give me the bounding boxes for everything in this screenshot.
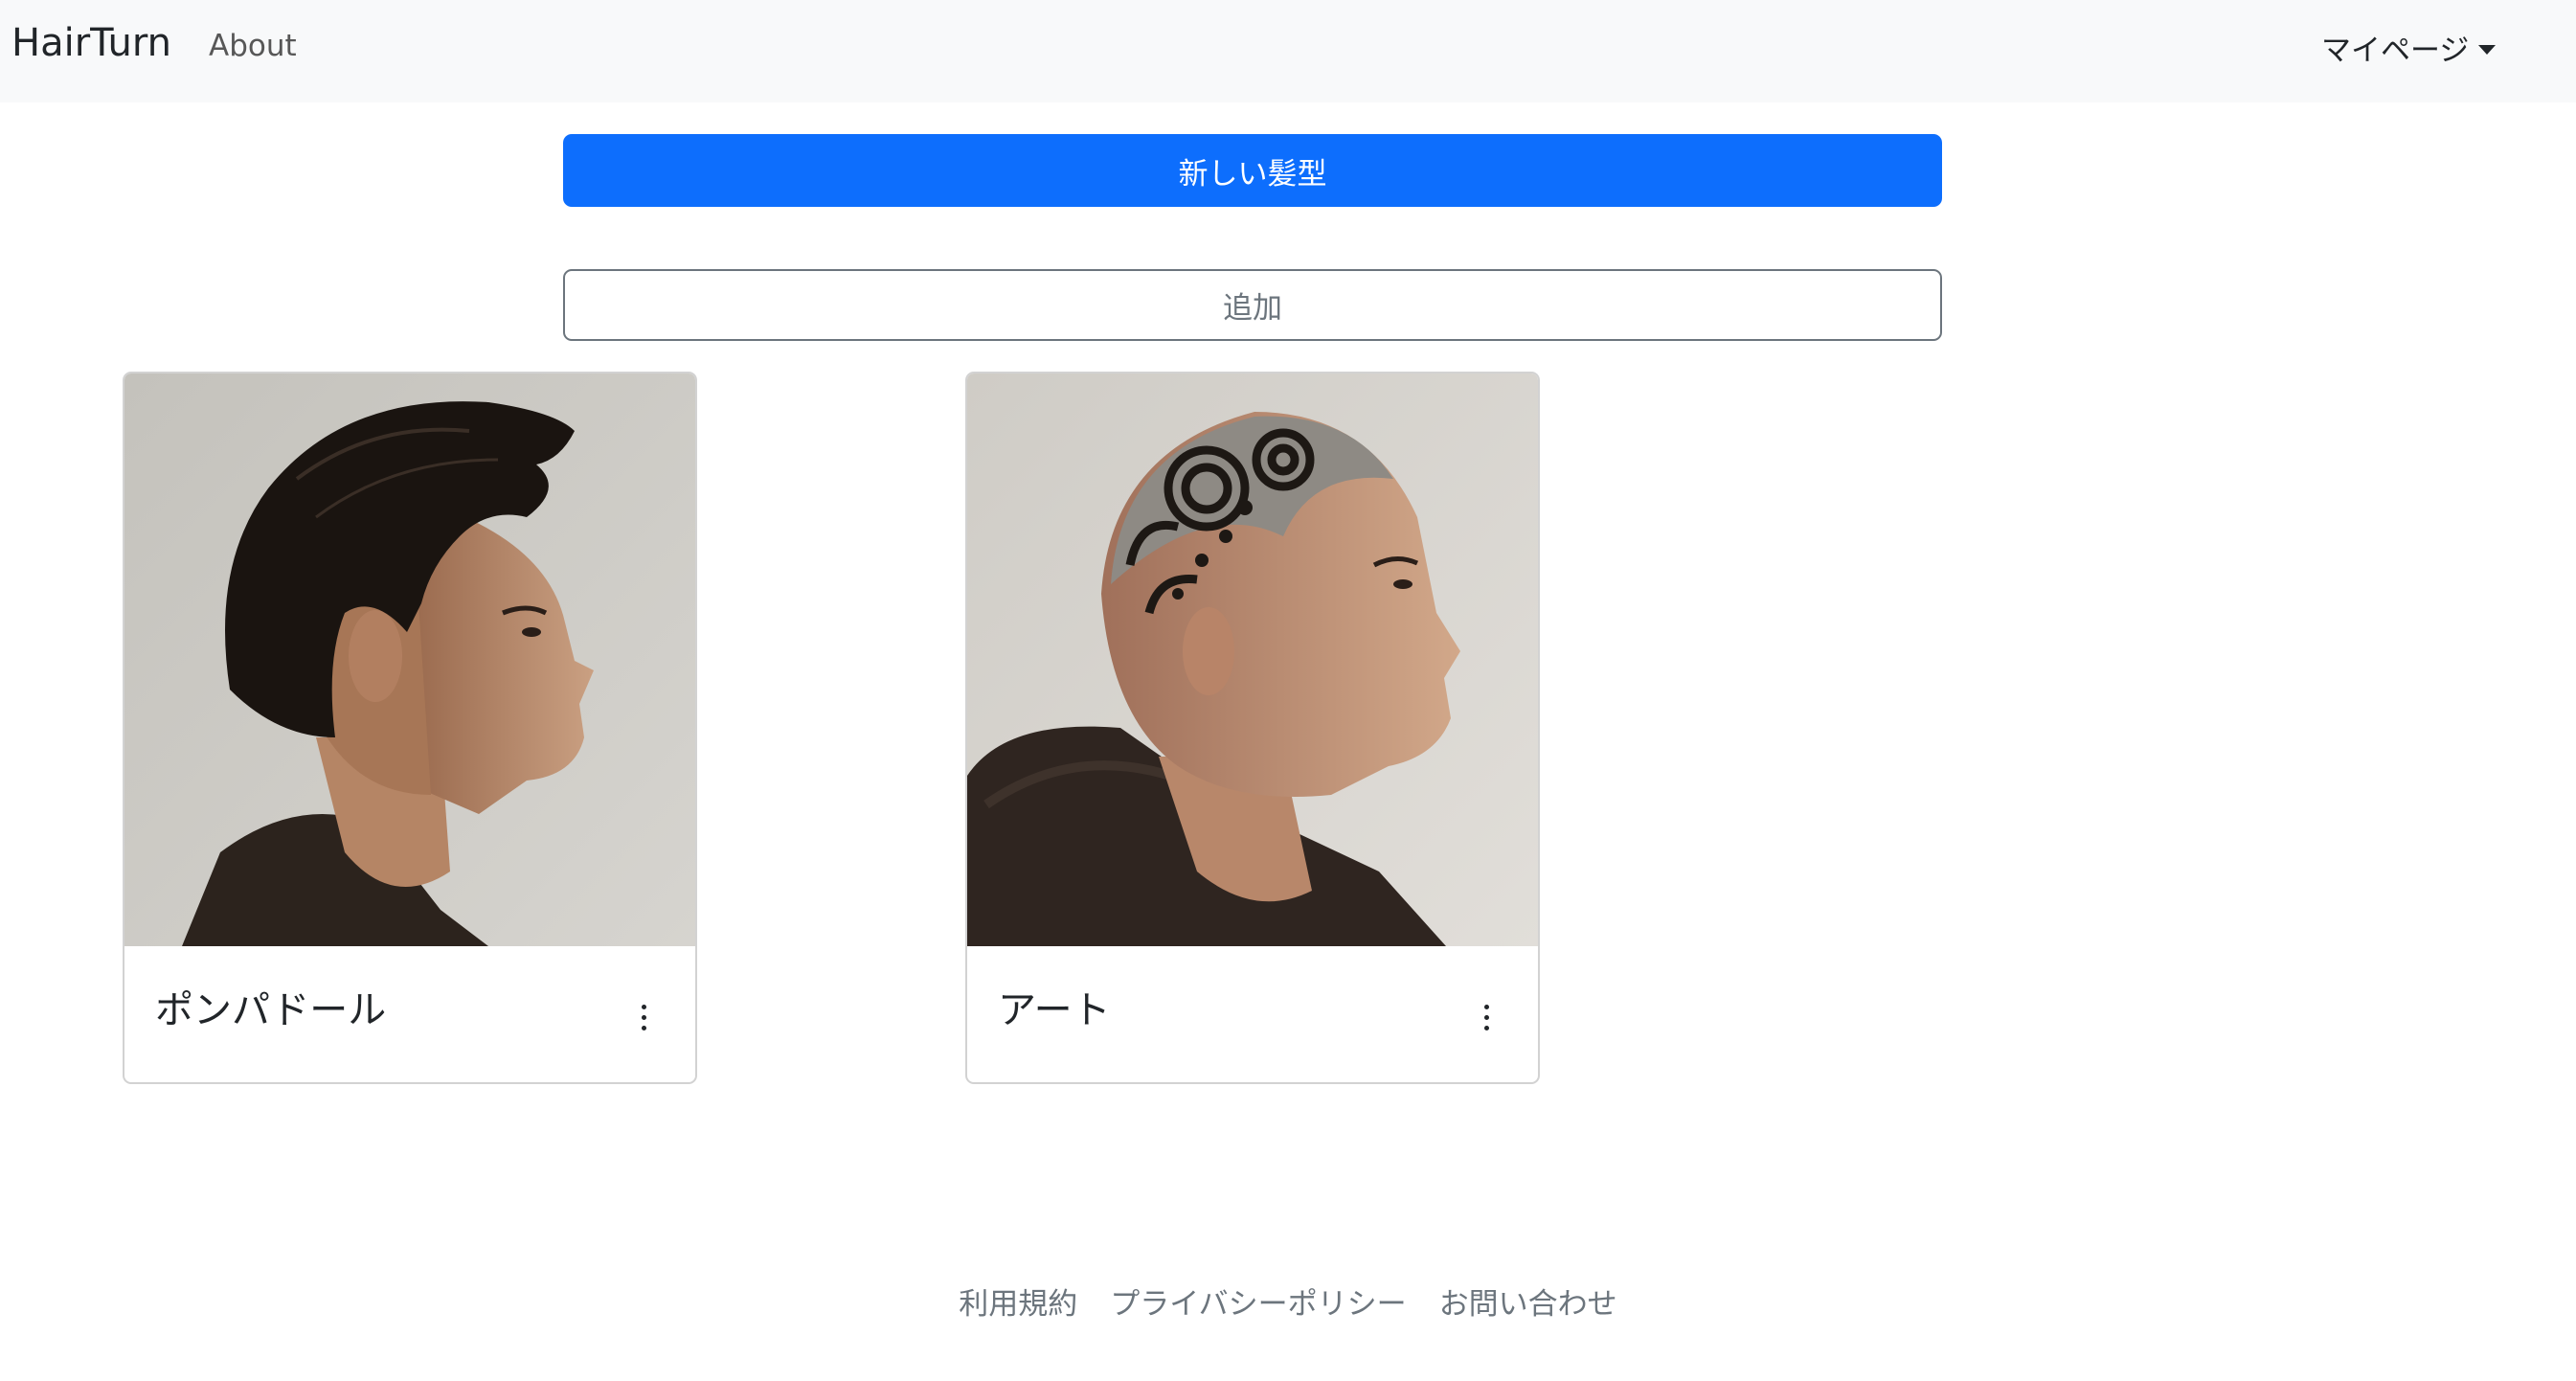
card-title: アート [998,988,1111,1032]
brand-logo-link[interactable]: HairTurn [11,21,171,65]
mypage-dropdown[interactable]: マイページ [2321,26,2497,69]
hairstyle-card[interactable]: ポンパドール [123,372,697,1084]
footer-link-privacy[interactable]: プライバシーポリシー [1110,1279,1406,1323]
hair-art-portrait-image [967,374,1538,946]
mypage-label: マイページ [2321,34,2470,68]
top-navbar: HairTurn About マイページ [0,0,2576,102]
add-button[interactable]: 追加 [563,269,1942,341]
new-hairstyle-button[interactable]: 新しい髪型 [563,134,1942,207]
footer-link-terms[interactable]: 利用規約 [959,1279,1077,1323]
caret-down-icon [2478,44,2497,55]
footer: 利用規約 プライバシーポリシー お問い合わせ [0,1279,2576,1323]
footer-link-contact[interactable]: お問い合わせ [1439,1279,1617,1323]
hairstyle-card[interactable]: アート [965,372,1540,1084]
card-title: ポンパドール [155,988,387,1032]
pompadour-portrait-image [124,374,695,946]
kebab-menu-icon[interactable] [1469,996,1503,1038]
kebab-menu-icon[interactable] [626,996,661,1038]
nav-about-link[interactable]: About [209,29,297,63]
